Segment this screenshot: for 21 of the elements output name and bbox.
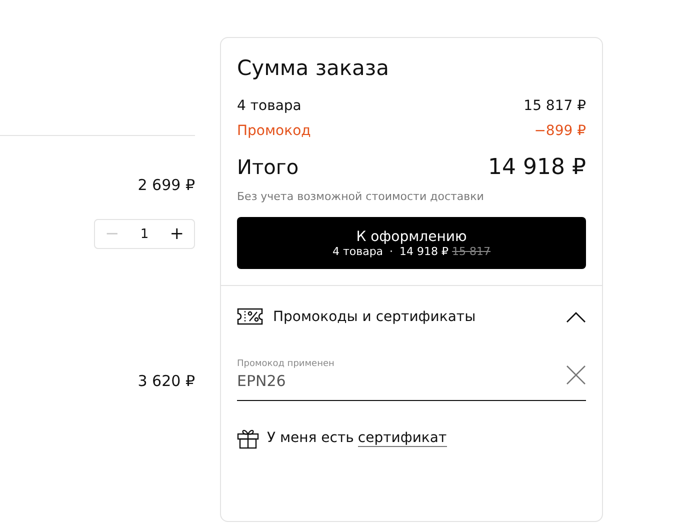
checkout-button[interactable]: К оформлению 4 товара · 14 918 ₽ 15 817 — [237, 217, 586, 269]
total-label: Итого — [237, 155, 299, 180]
line-value: −899 ₽ — [534, 123, 586, 139]
close-icon[interactable] — [566, 364, 586, 384]
coupon-percent-icon — [237, 308, 263, 325]
certificate-text: У меня есть — [267, 430, 354, 446]
summary-title: Сумма заказа — [237, 56, 390, 80]
item-price: 2 699 ₽ — [138, 176, 195, 194]
quantity-value: 1 — [140, 226, 149, 242]
promo-code-field[interactable]: Промокод применен EPN26 — [237, 359, 586, 401]
increment-button[interactable]: + — [166, 224, 188, 244]
line-value: 15 817 ₽ — [524, 98, 586, 114]
total-value: 14 918 ₽ — [488, 155, 586, 180]
promo-section-header[interactable]: Промокоды и сертификаты — [237, 308, 586, 325]
delivery-note: Без учета возможной стоимости доставки — [237, 190, 485, 203]
certificate-link[interactable]: сертификат — [358, 430, 447, 446]
chevron-icon[interactable] — [566, 310, 586, 322]
line-label: 4 товара — [237, 98, 302, 114]
line-label: Промокод — [237, 123, 311, 139]
gift-icon — [237, 427, 259, 449]
item-price: 3 620 ₽ — [138, 372, 195, 390]
